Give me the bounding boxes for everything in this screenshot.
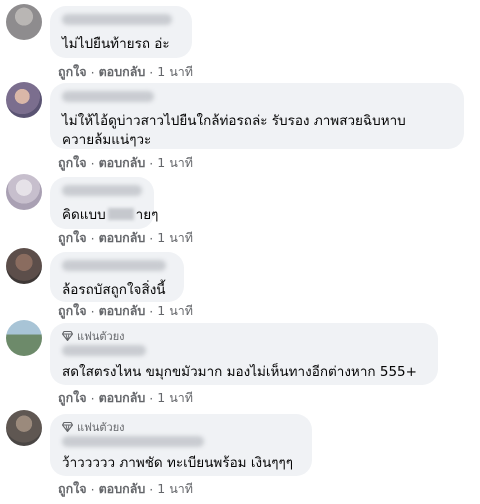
separator-dot: ·: [90, 303, 95, 319]
top-fan-badge[interactable]: แฟนตัวยง: [62, 420, 300, 434]
timestamp[interactable]: 1 นาที: [157, 479, 193, 499]
reply-link[interactable]: ตอบกลับ: [99, 228, 146, 248]
comment-bubble: ล้อรถบัสถูกใจสิ่งนี้: [50, 252, 184, 302]
comment-actions: ถูกใจ · ตอบกลับ · 1 นาที: [58, 153, 193, 173]
timestamp[interactable]: 1 นาที: [157, 62, 193, 82]
comments-feed: ไม่ไปยืนท้ายรถ อ่ะ ถูกใจ · ตอบกลับ · 1 น…: [0, 0, 480, 504]
comment-text: ว้าววววว ภาพชัด ทะเบียนพร้อม เงินๆๆๆ: [62, 455, 294, 471]
diamond-icon: [62, 422, 73, 432]
comment-bubble: คิดแบบ ายๆ: [50, 177, 158, 229]
separator-dot: ·: [149, 64, 154, 80]
comment-actions: ถูกใจ · ตอบกลับ · 1 นาที: [58, 301, 193, 321]
comment-actions: ถูกใจ · ตอบกลับ · 1 นาที: [58, 228, 193, 248]
badge-label: แฟนตัวยง: [77, 421, 125, 434]
top-fan-badge[interactable]: แฟนตัวยง: [62, 329, 426, 343]
author-name[interactable]: [62, 345, 146, 356]
comment-bubble: ไม่ไปยืนท้ายรถ อ่ะ: [50, 6, 192, 58]
reply-link[interactable]: ตอบกลับ: [99, 62, 146, 82]
comment-text: ไม่ให้ไอ้ดูบ่าวสาวไปยืนใกล้ท่อรถล่ะ รับร…: [62, 113, 406, 129]
separator-dot: ·: [90, 155, 95, 171]
separator-dot: ·: [149, 230, 154, 246]
like-link[interactable]: ถูกใจ: [58, 153, 87, 173]
reply-link[interactable]: ตอบกลับ: [99, 388, 146, 408]
avatar[interactable]: [6, 174, 42, 210]
comment-bubble: แฟนตัวยง ว้าววววว ภาพชัด ทะเบียนพร้อม เง…: [50, 414, 312, 476]
comment-actions: ถูกใจ · ตอบกลับ · 1 นาที: [58, 388, 193, 408]
badge-label: แฟนตัวยง: [77, 330, 125, 343]
comment-actions: ถูกใจ · ตอบกลับ · 1 นาที: [58, 479, 193, 499]
like-link[interactable]: ถูกใจ: [58, 388, 87, 408]
timestamp[interactable]: 1 นาที: [157, 153, 193, 173]
comment-actions: ถูกใจ · ตอบกลับ · 1 นาที: [58, 62, 193, 82]
comment-text-end: ายๆ: [135, 207, 159, 223]
reply-link[interactable]: ตอบกลับ: [99, 479, 146, 499]
separator-dot: ·: [90, 230, 95, 246]
author-name[interactable]: [62, 91, 154, 102]
author-name[interactable]: [62, 185, 142, 196]
comment-bubble: แฟนตัวยง สดใสตรงไหน ขมุกขมัวมาก มองไม่เห…: [50, 323, 438, 385]
avatar[interactable]: [6, 410, 42, 446]
comment-text: ไม่ไปยืนท้ายรถ อ่ะ: [62, 36, 170, 52]
avatar[interactable]: [6, 248, 42, 284]
comment-bubble: ไม่ให้ไอ้ดูบ่าวสาวไปยืนใกล้ท่อรถล่ะ รับร…: [50, 83, 464, 149]
like-link[interactable]: ถูกใจ: [58, 301, 87, 321]
like-link[interactable]: ถูกใจ: [58, 479, 87, 499]
comment-text: ล้อรถบัสถูกใจสิ่งนี้: [62, 282, 166, 298]
author-name[interactable]: [62, 14, 172, 25]
timestamp[interactable]: 1 นาที: [157, 228, 193, 248]
avatar[interactable]: [6, 4, 42, 40]
author-name[interactable]: [62, 260, 166, 271]
timestamp[interactable]: 1 นาที: [157, 388, 193, 408]
comment-text: คิดแบบ ายๆ: [62, 206, 158, 225]
timestamp[interactable]: 1 นาที: [157, 301, 193, 321]
separator-dot: ·: [90, 390, 95, 406]
separator-dot: ·: [90, 64, 95, 80]
avatar[interactable]: [6, 82, 42, 118]
diamond-icon: [62, 331, 73, 341]
like-link[interactable]: ถูกใจ: [58, 228, 87, 248]
reply-link[interactable]: ตอบกลับ: [99, 301, 146, 321]
separator-dot: ·: [149, 481, 154, 497]
separator-dot: ·: [149, 303, 154, 319]
separator-dot: ·: [149, 390, 154, 406]
like-link[interactable]: ถูกใจ: [58, 62, 87, 82]
comment-text-line2: ควายล้มแน่ๆวะ: [62, 132, 152, 148]
separator-dot: ·: [90, 481, 95, 497]
comment-text-start: คิดแบบ: [62, 207, 106, 223]
separator-dot: ·: [149, 155, 154, 171]
author-name[interactable]: [62, 436, 204, 447]
censored-word: [107, 208, 134, 220]
reply-link[interactable]: ตอบกลับ: [99, 153, 146, 173]
comment-text: สดใสตรงไหน ขมุกขมัวมาก มองไม่เห็นทางอีกต…: [62, 364, 417, 380]
avatar[interactable]: [6, 320, 42, 356]
